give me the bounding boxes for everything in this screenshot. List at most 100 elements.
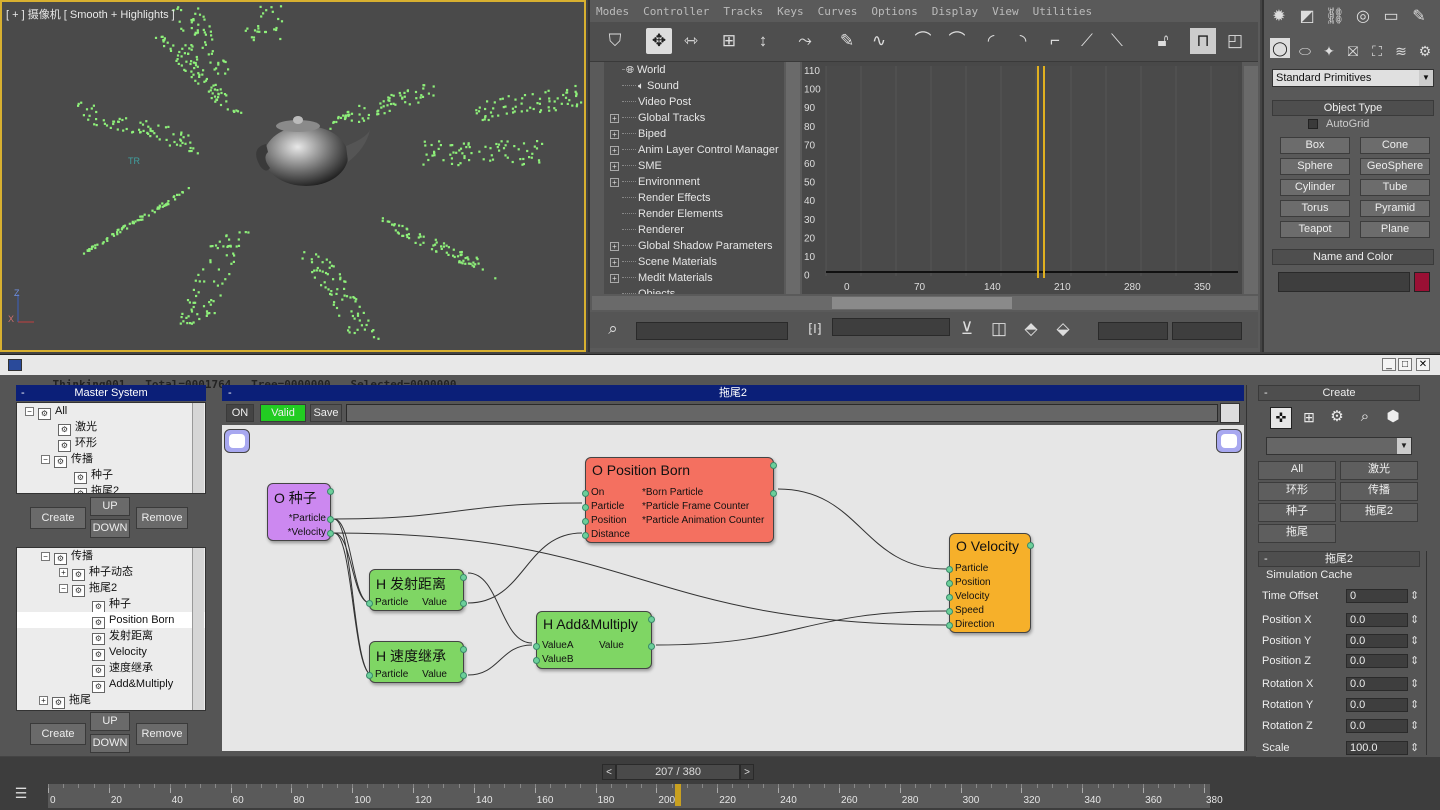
tree-item[interactable]: ⚙ 拖尾2 (17, 483, 205, 493)
tree-item[interactable]: − ⚙ 拖尾2 (17, 580, 205, 597)
hierarchy-tab-icon[interactable]: ⛓︎ (1322, 4, 1348, 30)
pan-icon[interactable]: ⬘ (1018, 316, 1044, 342)
expander-icon[interactable]: − (59, 584, 68, 593)
horizontal-scrollbar[interactable] (592, 296, 1258, 310)
time-prev-button[interactable]: < (602, 764, 616, 780)
group-node-icon[interactable]: ⊞ (1298, 407, 1320, 429)
timeline-ruler[interactable]: 0 20 40 60 80 100 120 140 160 180 200 220 240 260 280 3… (48, 784, 1223, 808)
save-button[interactable]: Save (310, 404, 342, 422)
group-dropdown[interactable]: ▼ (1266, 437, 1412, 455)
master-tree-scrollbar[interactable] (192, 403, 204, 493)
lights-icon[interactable]: ✦ (1316, 38, 1342, 64)
output-port-tab[interactable] (1216, 429, 1242, 453)
controller-tree-item[interactable]: 🌐︎ World (604, 62, 784, 78)
spinner-arrows-icon[interactable]: ⇕ (1410, 654, 1419, 667)
tree-item[interactable]: − ⚙ 传播 (17, 451, 205, 468)
primitive-cylinder-button[interactable]: Cylinder (1280, 179, 1350, 196)
menu-utilities[interactable]: Utilities (1033, 5, 1093, 18)
menu-options[interactable]: Options (871, 5, 917, 18)
tangent-custom-icon[interactable]: ⌒ (944, 28, 970, 54)
move-keys-icon[interactable]: ✥ (646, 28, 672, 54)
menu-keys[interactable]: Keys (777, 5, 804, 18)
minimize-button[interactable]: _ (1382, 358, 1396, 371)
curve-graph-canvas[interactable]: 11010090807060504030201000 70 140 210 280 350 (802, 62, 1242, 294)
spinner-arrows-icon[interactable]: ⇕ (1410, 634, 1419, 647)
spinner-arrows-icon[interactable]: ⇕ (1410, 719, 1419, 732)
tangent-step-icon[interactable]: ⌐ (1042, 28, 1068, 54)
object-type-rollout[interactable]: Object Type (1272, 100, 1434, 116)
node-add-multiply[interactable]: H Add&Multiply ValueA Value ValueB (533, 611, 655, 669)
tangent-auto-icon[interactable]: ⌒ (910, 28, 936, 54)
object-color-swatch[interactable] (1414, 272, 1430, 292)
systems-icon[interactable]: ⚙︎ (1412, 38, 1438, 64)
primitive-plane-button[interactable]: Plane (1360, 221, 1430, 238)
show-keys-icon[interactable]: ⊻ (954, 316, 980, 342)
tree-item[interactable]: − ⚙ 传播 (17, 548, 205, 565)
dynamic-tree-scrollbar[interactable] (192, 548, 204, 710)
mini-curve-editor-icon[interactable]: ☰ (8, 785, 34, 805)
spinner-arrows-icon[interactable]: ⇕ (1410, 698, 1419, 711)
show-selected-icon[interactable]: ◫ (986, 316, 1012, 342)
controller-tree-item[interactable]: Render Effects (604, 190, 784, 206)
input-port-tab[interactable] (224, 429, 250, 453)
expander-icon[interactable]: + (610, 162, 619, 171)
primitive-geosphere-button[interactable]: GeoSphere (1360, 158, 1430, 175)
tree-scrollbar[interactable] (786, 62, 800, 294)
param-spinner[interactable]: 0.0 (1346, 719, 1408, 733)
expander-icon[interactable]: + (610, 178, 619, 187)
curve-graph[interactable]: 110 100 90 80 70 60 50 40 30 20 10 0 0 70 140 210 280 350 (802, 62, 1242, 294)
tree-item[interactable]: ⚙ Position Born (17, 612, 205, 629)
tree-item[interactable]: ⚙ 发射距离 (17, 628, 205, 645)
controller-tree-item[interactable]: Objects (604, 286, 784, 294)
graph-scrollbar[interactable] (1244, 66, 1258, 294)
expander-icon[interactable]: + (39, 696, 48, 705)
selection-dropdown[interactable] (832, 318, 950, 336)
dyn-create-button[interactable]: Create (30, 723, 86, 745)
controller-tree-item[interactable]: + Scene Materials (604, 254, 784, 270)
param-spinner[interactable]: 0.0 (1346, 654, 1408, 668)
spinner-arrows-icon[interactable]: ⇕ (1410, 613, 1419, 626)
controller-tree-item[interactable]: + Medit Materials (604, 270, 784, 286)
tangent-fast-icon[interactable]: ◜ (978, 28, 1004, 54)
selected-object-field[interactable] (636, 322, 788, 340)
node-position-born[interactable]: O Position Born On Particle Position Dis… (582, 457, 777, 543)
param-spinner[interactable]: 0.0 (1346, 613, 1408, 627)
frame-field[interactable] (1098, 322, 1168, 340)
time-slider[interactable]: 207 / 380 (616, 764, 740, 780)
expander-icon[interactable]: + (610, 130, 619, 139)
on-toggle-button[interactable]: ON (226, 404, 254, 422)
current-frame-indicator[interactable] (674, 784, 681, 806)
create-tab-icon[interactable]: ✹ (1266, 4, 1292, 30)
tree-item[interactable]: ⚙ 激光 (17, 419, 205, 436)
primitive-pyramid-button[interactable]: Pyramid (1360, 200, 1430, 217)
tree-item[interactable]: ⚙ 速度继承 (17, 660, 205, 677)
canvas-layout-icon[interactable] (1220, 403, 1240, 423)
tree-item[interactable]: + ⚙ 种子动态 (17, 564, 205, 581)
master-create-button[interactable]: Create (30, 507, 86, 529)
tree-item[interactable]: ⚙ 种子 (17, 467, 205, 484)
master-down-button[interactable]: DOWN (90, 519, 130, 538)
expander-icon[interactable]: + (610, 146, 619, 155)
param-spinner[interactable]: 0 (1346, 589, 1408, 603)
expander-icon[interactable]: + (610, 274, 619, 283)
cube-icon[interactable]: ⬢ (1382, 407, 1404, 429)
viewport-label[interactable]: [ + ] 摄像机 [ Smooth + Highlights ] (6, 6, 175, 22)
dyn-down-button[interactable]: DOWN (90, 734, 130, 753)
controller-tree-item[interactable]: Renderer (604, 222, 784, 238)
dyn-remove-button[interactable]: Remove (136, 723, 188, 745)
zoom-selected-icon[interactable]: ⌕ (600, 316, 626, 342)
create-rollout[interactable]: - Create (1258, 385, 1420, 401)
category-dropdown[interactable]: Standard Primitives ▼ (1272, 69, 1434, 87)
master-system-tree[interactable]: − ⚙ All ⚙ 激光 ⚙ 环形 − ⚙ 传播 ⚙ 种子 ⚙ 拖尾2 (16, 402, 206, 494)
param-spinner[interactable]: 0.0 (1346, 677, 1408, 691)
maximize-button[interactable]: □ (1398, 358, 1412, 371)
group-button[interactable]: 拖尾2 (1340, 503, 1418, 522)
controller-tree-item[interactable]: + Global Tracks (604, 110, 784, 126)
edit-name-icon[interactable]: ⁅I⁆ (802, 316, 828, 342)
tree-item[interactable]: ⚙ Velocity (17, 644, 205, 661)
tangent-linear-icon[interactable]: ⟋ (1074, 28, 1100, 54)
settings-gear-icon[interactable]: ⚙︎ (1326, 407, 1348, 429)
controller-tree-item[interactable]: Video Post (604, 94, 784, 110)
close-button[interactable]: ✕ (1416, 358, 1430, 371)
create-panel-scrollbar[interactable] (1426, 551, 1438, 755)
